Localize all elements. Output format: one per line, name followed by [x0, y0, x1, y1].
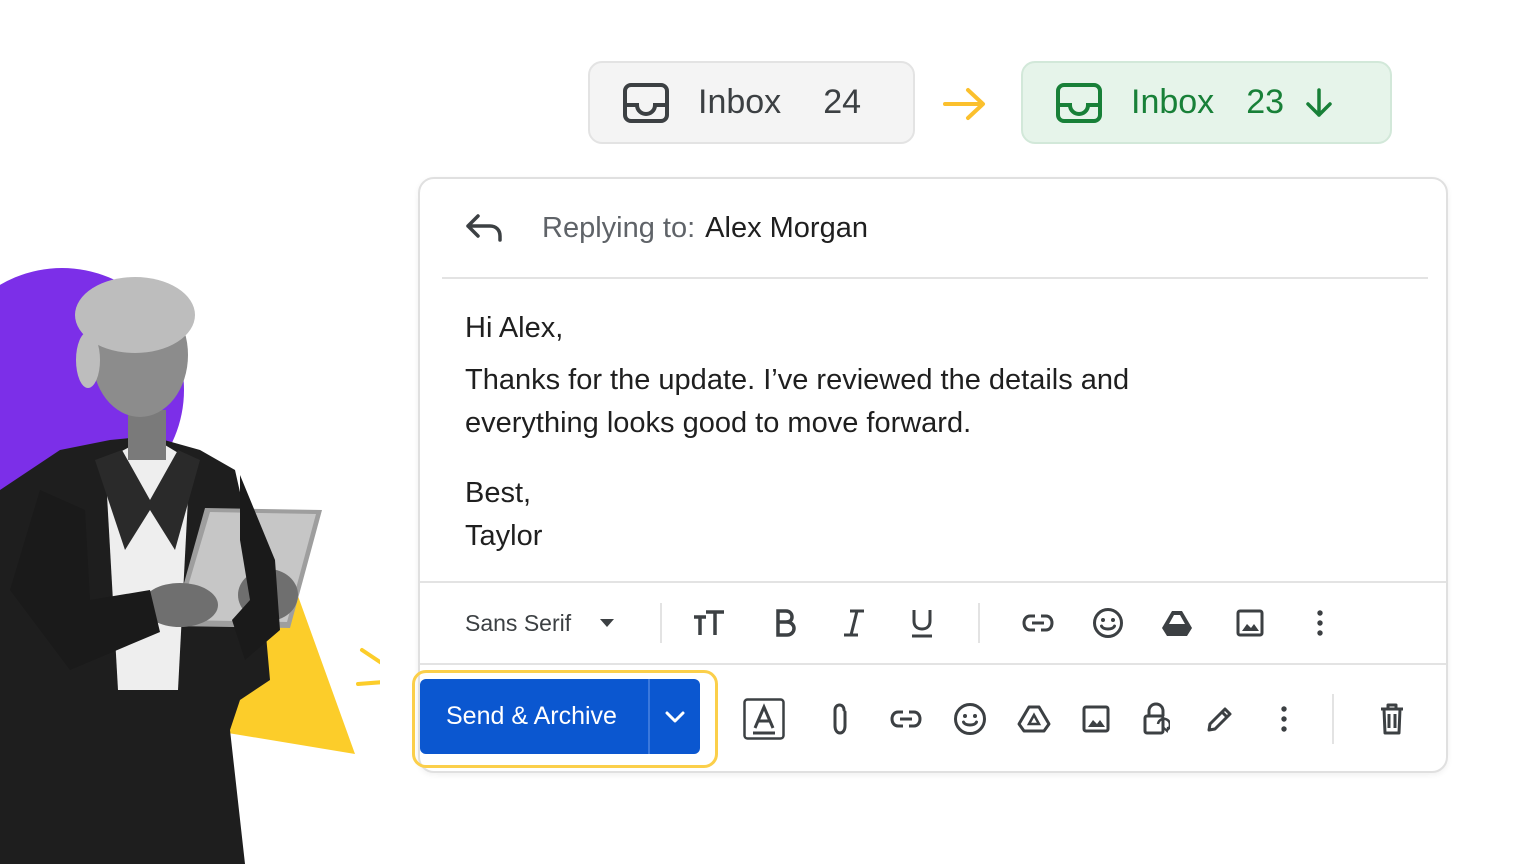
image-icon[interactable]	[1076, 689, 1116, 749]
more-options-icon[interactable]	[1264, 689, 1304, 749]
inbox-count: 23	[1246, 83, 1285, 121]
send-archive-label: Send & Archive	[446, 702, 617, 730]
sparkle-marks	[356, 648, 380, 686]
drive-icon[interactable]	[1014, 689, 1054, 749]
signature-icon[interactable]	[1200, 689, 1240, 749]
replying-to-label: Replying to:	[542, 211, 696, 244]
inbox-label: Inbox	[1131, 83, 1215, 121]
signature-name: Taylor	[465, 520, 543, 552]
body-line-2: everything looks good to move forward.	[465, 407, 972, 439]
emoji-icon[interactable]	[1088, 583, 1128, 663]
italic-icon[interactable]	[834, 583, 874, 663]
image-icon[interactable]	[1230, 583, 1270, 663]
person-illustration	[0, 260, 380, 864]
inbox-icon	[622, 82, 670, 124]
inbox-count-after: Inbox 23	[1021, 61, 1392, 144]
reply-compose-window: Replying to: Alex Morgan Hi Alex, Thanks…	[412, 177, 1448, 773]
inbox-label: Inbox	[698, 83, 782, 121]
discard-icon[interactable]	[1372, 689, 1412, 749]
font-family-value: Sans Serif	[465, 609, 572, 636]
send-options-chevron-icon[interactable]	[650, 679, 700, 754]
attach-icon[interactable]	[820, 689, 860, 749]
dropdown-caret-icon	[599, 618, 615, 628]
body-line-1: Thanks for the update. I’ve reviewed the…	[465, 364, 1130, 396]
formatting-toolbar: Sans Serif	[420, 581, 1446, 665]
send-archive-highlight: Send & Archive	[412, 670, 718, 768]
drive-icon[interactable]	[1157, 583, 1197, 663]
message-body[interactable]: Hi Alex, Thanks for the update. I’ve rev…	[465, 307, 1129, 558]
emoji-icon[interactable]	[950, 689, 990, 749]
sign-off: Best,	[465, 477, 532, 509]
recipient-name[interactable]: Alex Morgan	[705, 212, 868, 245]
inbox-icon	[1055, 82, 1103, 124]
down-arrow-icon	[1304, 87, 1334, 119]
underline-icon[interactable]	[902, 583, 942, 663]
more-options-icon[interactable]	[1300, 583, 1340, 663]
font-family-select[interactable]: Sans Serif	[465, 583, 615, 663]
confidential-mode-icon[interactable]	[1136, 689, 1176, 749]
bold-icon[interactable]	[765, 583, 805, 663]
inbox-count: 24	[823, 83, 862, 121]
send-archive-button[interactable]: Send & Archive	[420, 679, 700, 754]
link-icon[interactable]	[1018, 583, 1058, 663]
greeting: Hi Alex,	[465, 312, 564, 344]
link-icon[interactable]	[884, 689, 928, 749]
reply-icon[interactable]	[464, 212, 504, 244]
inbox-count-before: Inbox 24	[588, 61, 915, 144]
text-size-icon[interactable]	[687, 583, 731, 663]
formatting-options-icon[interactable]	[742, 689, 786, 749]
reply-header: Replying to: Alex Morgan	[442, 179, 1428, 279]
right-arrow-icon	[942, 86, 988, 122]
